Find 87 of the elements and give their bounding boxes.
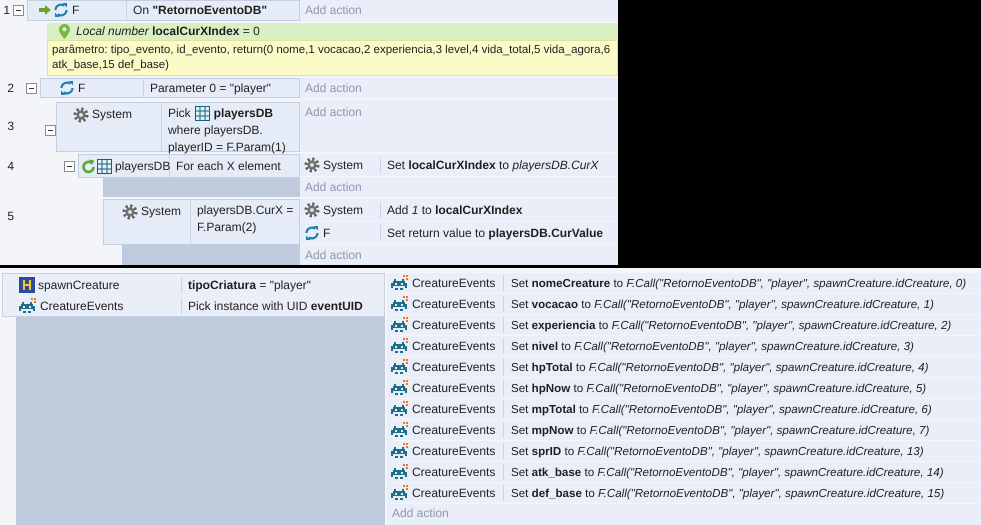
condition-text: On "RetornoEventoDB" [133,3,268,18]
action-text: Set return value to playersDB.CurValue [386,226,604,240]
object-name: F [323,226,330,240]
object-name: System [141,204,182,218]
gear-icon [73,107,89,123]
event-number: 1 [2,3,10,18]
add-action-link[interactable]: Add action [300,78,362,98]
condition-text: Pick instance with UID eventUID [187,298,363,312]
gear-icon [304,202,320,218]
invader-icon [391,359,409,375]
condition-text: Pick [168,105,191,122]
invader-icon [391,296,409,312]
action-text: Set nivel to F.Call("RetornoEventoDB", "player", spawnCreature.idCreature, 3) [510,340,914,352]
collapse-toggle[interactable] [13,4,24,16]
action-text: Set atk_base to F.Call("RetornoEventoDB", "player", spawnCreature.idCreature, 14) [510,466,944,478]
object-name: playersDB [214,105,274,122]
object-name: CreatureEvents [412,360,496,374]
event-number: 5 [6,209,14,223]
action-text: Set mpNow to F.Call("RetornoEventoDB", "player", spawnCreature.idCreature, 7) [510,424,930,436]
invader-icon [391,464,409,480]
object-name: System [323,158,364,172]
condition-text: tipoCriatura = "player" [187,278,311,292]
action-text: Set localCurXIndex to playersDB.CurX [386,158,598,172]
condition-text: where playersDB. [168,122,263,139]
action-text: Set def_base to F.Call("RetornoEventoDB", "player", spawnCreature.idCreature, 15) [510,486,944,500]
add-action-link[interactable]: Add action [387,504,981,522]
object-name: F [78,81,86,95]
invader-icon [391,380,409,396]
action-text: Add 1 to localCurXIndex [386,203,522,217]
condition-text: Parameter 0 = "player" [150,81,271,95]
object-name: CreatureEvents [412,444,496,458]
add-action-link[interactable]: Add action [300,245,618,265]
object-name: CreatureEvents [412,297,496,311]
invader-icon [391,422,409,438]
event-number: 2 [6,81,14,95]
condition-text: playerID = F.Param(1) [168,139,286,156]
invader-icon [391,317,409,333]
action-text: Set nomeCreature to F.Call("RetornoEventoDB", "player", spawnCreature.idCreature, 0) [510,276,966,290]
action-text: Set vocacao to F.Call("RetornoEventoDB", "player", spawnCreature.idCreature, 1) [510,298,934,310]
local-variable-text: Local number localCurXIndex = 0 [76,24,260,38]
action-text: Set hpNow to F.Call("RetornoEventoDB", "player", spawnCreature.idCreature, 5) [510,382,926,394]
grid-icon [194,106,210,121]
invader-icon [391,338,409,354]
object-name: spawnCreature [38,278,120,292]
collapse-toggle[interactable] [26,82,37,94]
collapse-toggle[interactable] [45,125,56,136]
object-name: CreatureEvents [40,298,124,312]
action-text: Set sprID to F.Call("RetornoEventoDB", "player", spawnCreature.idCreature, 13) [510,444,924,458]
object-name: CreatureEvents [412,486,496,500]
object-name: CreatureEvents [412,339,496,353]
invader-icon [19,298,37,314]
event-number: 3 [6,119,14,133]
collapse-toggle[interactable] [64,160,75,172]
add-action-link[interactable]: Add action [300,0,362,20]
action-text: Set hpTotal to F.Call("RetornoEventoDB", "player", spawnCreature.idCreature, 4) [510,360,928,374]
loop-arrow-icon [81,158,96,174]
condition-text: playersDB.CurX = [197,202,294,219]
comment-text: atk_base,15 def_base) [52,58,170,73]
event-number: 4 [6,159,14,173]
condition-text: For each X element [176,159,281,173]
comment-text: parâmetro: tipo_evento, id_evento, return(0 nome,1 vocacao,2 experiencia,3 level,4 vida_total,5 vida_agora,6 [52,43,612,58]
invader-icon [391,443,409,459]
invader-icon [391,401,409,417]
object-name: CreatureEvents [412,318,496,332]
object-name: CreatureEvents [412,276,496,290]
add-action-link[interactable]: Add action [300,102,362,122]
cycle-arrows-icon [53,2,69,18]
grid-icon [97,158,112,174]
invader-icon [391,485,409,501]
cycle-arrows-icon [304,225,320,241]
object-name: CreatureEvents [412,465,496,479]
object-name: CreatureEvents [412,402,496,416]
h-block-icon [19,276,35,292]
object-name: System [323,203,364,217]
gear-icon [122,204,138,220]
cycle-arrows-icon [59,80,75,96]
gear-icon [304,157,320,173]
add-action-link[interactable]: Add action [300,177,618,197]
arrow-icon [38,4,52,16]
condition-text: F.Param(2) [197,219,256,236]
action-text: Set experiencia to F.Call("RetornoEventoDB", "player", spawnCreature.idCreature, 2) [510,318,952,332]
object-name: CreatureEvents [412,381,496,395]
object-name: System [92,107,132,121]
action-text: Set mpTotal to F.Call("RetornoEventoDB", "player", spawnCreature.idCreature, 6) [510,402,932,416]
object-name: F [72,3,80,18]
object-name: CreatureEvents [412,423,496,437]
object-name: playersDB [115,159,170,173]
